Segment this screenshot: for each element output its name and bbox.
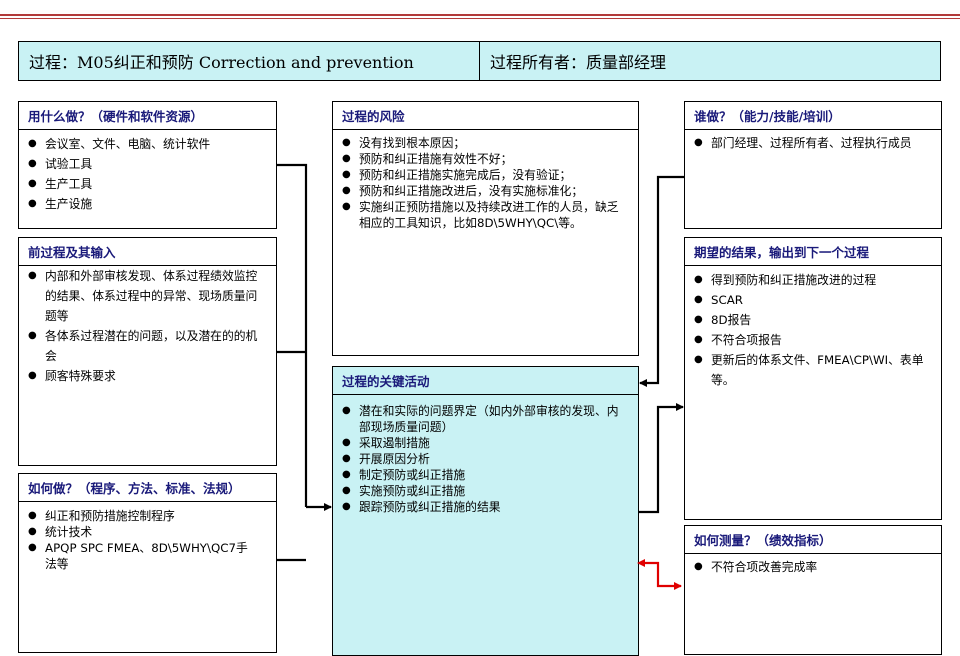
connector-who <box>639 175 684 387</box>
connector-outputs <box>639 403 684 514</box>
connector-resources <box>277 163 308 507</box>
connectors <box>277 163 684 590</box>
feedback-arrow <box>637 559 682 590</box>
